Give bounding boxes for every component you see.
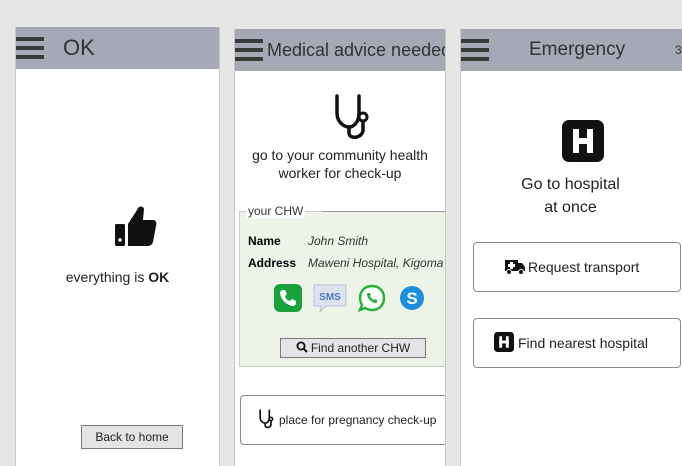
stethoscope-icon bbox=[335, 94, 369, 139]
sms-label: SMS bbox=[319, 292, 341, 303]
pregnancy-label: place for pregnancy check-up bbox=[279, 413, 437, 427]
page-title: Emergency bbox=[529, 39, 626, 60]
header-ok: OK bbox=[16, 27, 219, 69]
hospital-icon bbox=[494, 332, 514, 352]
phone-icon[interactable] bbox=[274, 284, 302, 312]
find-another-chw-button[interactable]: Find another CHW bbox=[280, 338, 426, 358]
header-medical: Medical advice needed bbox=[235, 29, 445, 71]
pregnancy-checkup-button[interactable]: place for pregnancy check-up bbox=[240, 395, 445, 445]
thumbs-up-icon bbox=[115, 206, 157, 246]
page-title: OK bbox=[63, 35, 95, 60]
name-label: Name bbox=[248, 234, 281, 248]
page-title: Medical advice needed bbox=[267, 40, 446, 60]
name-value: John Smith bbox=[308, 234, 369, 248]
find-chw-label: Find another CHW bbox=[310, 341, 411, 355]
status-prefix: everything is bbox=[65, 269, 149, 285]
request-transport-button[interactable]: Request transport bbox=[473, 242, 681, 292]
svg-text:S: S bbox=[406, 289, 417, 308]
menu-icon[interactable] bbox=[235, 39, 263, 61]
menu-icon[interactable] bbox=[461, 39, 489, 61]
screen-emergency: Emergency 3 Go to hospital at once Reque… bbox=[460, 29, 682, 466]
chw-divider bbox=[322, 211, 445, 212]
skype-icon[interactable]: S bbox=[398, 284, 426, 312]
address-label: Address bbox=[248, 256, 297, 270]
instruction-line-1: go to your community health bbox=[252, 147, 428, 163]
hospital-icon bbox=[562, 120, 604, 162]
screen-medical-advice: Medical advice needed go to your communi… bbox=[234, 29, 446, 466]
menu-icon[interactable] bbox=[16, 37, 44, 59]
search-icon bbox=[296, 341, 308, 353]
chw-name-row: Name John Smith bbox=[248, 234, 368, 248]
instruction-line-2: worker for check-up bbox=[278, 165, 402, 181]
whatsapp-icon[interactable] bbox=[358, 284, 386, 312]
ambulance-icon bbox=[505, 260, 525, 275]
emergency-message-2: at once bbox=[544, 199, 597, 216]
stethoscope-icon bbox=[259, 409, 274, 429]
title-extra: 3 bbox=[675, 43, 682, 57]
request-transport-label: Request transport bbox=[528, 259, 640, 275]
find-hospital-label: Find nearest hospital bbox=[518, 335, 648, 351]
screen-ok: OK everything is OK Back to home bbox=[15, 27, 220, 466]
chw-address-row: Address Maweni Hospital, Kigoma bbox=[248, 256, 443, 270]
sms-icon[interactable]: SMS bbox=[312, 282, 348, 314]
find-nearest-hospital-button[interactable]: Find nearest hospital bbox=[473, 318, 681, 368]
chw-panel: your CHW Name John Smith Address Maweni Ho… bbox=[239, 204, 445, 367]
status-text: everything is OK bbox=[16, 269, 219, 285]
emergency-message-1: Go to hospital bbox=[521, 176, 620, 193]
status-bold: OK bbox=[148, 269, 170, 285]
chw-legend: your CHW bbox=[246, 204, 306, 218]
header-emergency: Emergency 3 bbox=[461, 29, 682, 71]
back-to-home-button[interactable]: Back to home bbox=[81, 425, 183, 449]
address-value: Maweni Hospital, Kigoma bbox=[308, 256, 444, 270]
